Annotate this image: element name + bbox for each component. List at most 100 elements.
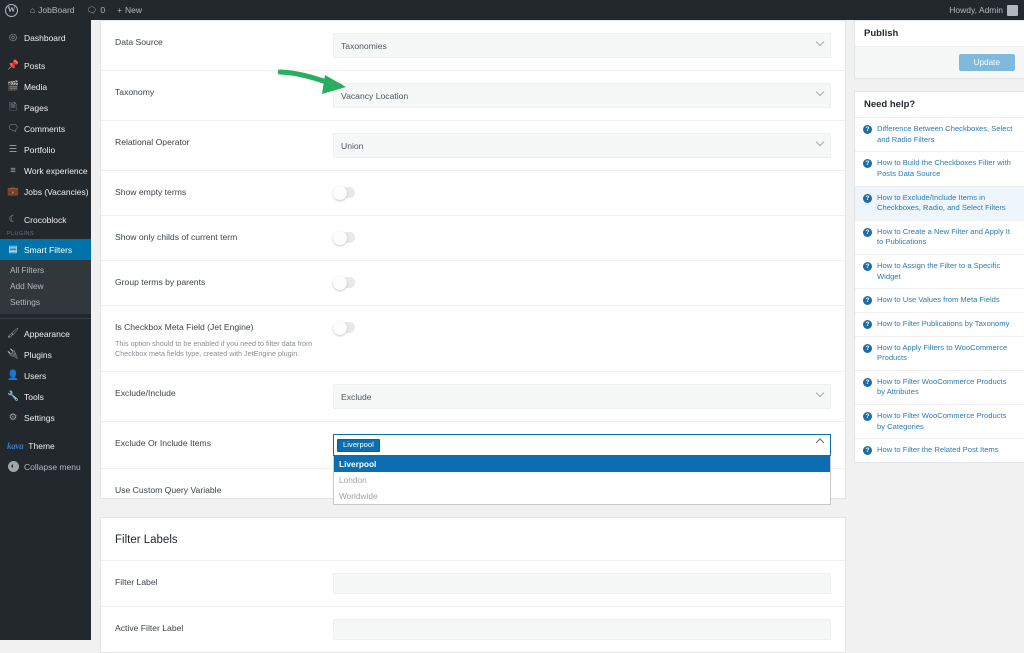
chevron-up-icon[interactable] bbox=[815, 438, 825, 448]
relational-operator-select[interactable]: Union bbox=[333, 133, 831, 158]
help-link-item[interactable]: ? How to Filter WooCommerce Products by … bbox=[855, 371, 1024, 405]
account-menu[interactable]: Howdy, Admin bbox=[949, 4, 1024, 16]
field-label-group: Is Checkbox Meta Field (Jet Engine) This… bbox=[115, 318, 333, 359]
show-empty-terms-toggle[interactable] bbox=[333, 185, 355, 200]
multiselect-option-worldwide[interactable]: Worldwide bbox=[334, 488, 830, 504]
sidebar-item-settings[interactable]: ⚙ Settings bbox=[0, 407, 91, 428]
sidebar-item-portfolio[interactable]: ☰ Portfolio bbox=[0, 139, 91, 160]
new-content-menu[interactable]: + New bbox=[111, 0, 148, 20]
sidebar-item-comments[interactable]: 🗨 Comments bbox=[0, 118, 91, 139]
briefcase-icon: 💼 bbox=[7, 186, 19, 197]
site-name-menu[interactable]: ⌂ JobBoard bbox=[24, 0, 81, 20]
field-label: Exclude Or Include Items bbox=[115, 438, 212, 449]
sidebar-item-label: Jobs (Vacancies) bbox=[24, 186, 89, 197]
comments-menu[interactable]: 🗨 0 bbox=[81, 0, 112, 20]
sidebar-item-work-experience[interactable]: ≡ Work experience bbox=[0, 160, 91, 181]
sidebar-divider bbox=[0, 318, 91, 319]
multiselect-option-london[interactable]: London bbox=[334, 472, 830, 488]
wp-logo-menu[interactable] bbox=[0, 0, 24, 20]
sidebar-submenu-smart-filters: All Filters Add New Settings bbox=[0, 260, 91, 314]
new-label: New bbox=[125, 5, 143, 15]
help-link-item[interactable]: ? How to Build the Checkboxes Filter wit… bbox=[855, 152, 1024, 187]
field-row-is-checkbox-meta-field: Is Checkbox Meta Field (Jet Engine) This… bbox=[101, 306, 845, 373]
taxonomy-select[interactable]: Vacancy Location bbox=[333, 83, 831, 108]
sidebar-subitem-all-filters[interactable]: All Filters bbox=[0, 262, 91, 278]
help-link-text: How to Exclude/Include Items in Checkbox… bbox=[877, 192, 1006, 213]
sidebar-item-label: Portfolio bbox=[24, 144, 56, 155]
field-label: Filter Label bbox=[115, 577, 158, 587]
help-link-item[interactable]: ? How to Use Values from Meta Fields bbox=[855, 289, 1024, 313]
collapse-arrow-icon bbox=[8, 461, 19, 472]
sidebar-item-crocoblock[interactable]: ☾ Crocoblock bbox=[0, 209, 91, 230]
exclude-include-select[interactable]: Exclude bbox=[333, 384, 831, 410]
data-source-select[interactable]: Taxonomies bbox=[333, 33, 831, 58]
sidebar-item-smart-filters[interactable]: ▤ Smart Filters bbox=[0, 239, 98, 260]
sidebar-item-label: Media bbox=[24, 81, 48, 92]
selected-chip-liverpool[interactable]: Liverpool bbox=[337, 438, 380, 453]
field-row-exclude-include: Exclude/Include Exclude bbox=[101, 372, 845, 423]
sidebar-item-label: Work experience bbox=[24, 165, 88, 176]
sidebar-item-dashboard[interactable]: ◎ Dashboard bbox=[0, 27, 91, 48]
update-button[interactable]: Update bbox=[958, 54, 1015, 71]
sidebar-item-jobs-vacancies[interactable]: 💼 Jobs (Vacancies) bbox=[0, 181, 91, 202]
help-link-item[interactable]: ? How to Filter Publications by Taxonomy bbox=[855, 313, 1024, 337]
help-link-text: Difference Between Checkboxes, Select an… bbox=[877, 124, 1013, 144]
gear-icon: ⚙ bbox=[8, 412, 18, 423]
sidebar-item-theme[interactable]: kava Theme bbox=[0, 435, 91, 456]
sidebar-item-plugins[interactable]: 🔌 Plugins bbox=[0, 344, 91, 365]
sidebar-group-label-plugins: Plugins bbox=[7, 231, 34, 237]
home-icon: ⌂ bbox=[30, 4, 36, 15]
group-terms-by-parents-toggle[interactable] bbox=[333, 275, 355, 290]
show-only-childs-toggle[interactable] bbox=[333, 230, 355, 245]
sidebar-item-label: Crocoblock bbox=[24, 214, 67, 225]
sidebar-item-users[interactable]: 👤 Users bbox=[0, 365, 91, 386]
sidebar-collapse-menu[interactable]: Collapse menu bbox=[0, 456, 91, 477]
active-filter-label-input[interactable] bbox=[333, 619, 831, 640]
question-mark-icon: ? bbox=[863, 377, 872, 387]
field-label: Show empty terms bbox=[115, 187, 187, 197]
help-link-item[interactable]: ? How to Filter the Related Post Items bbox=[855, 439, 1024, 462]
admin-content-area: Data Source Taxonomies Taxonomy Vacancy … bbox=[91, 20, 1024, 653]
sidebar-item-tools[interactable]: 🔧 Tools bbox=[0, 386, 91, 407]
field-label: Taxonomy bbox=[115, 87, 155, 97]
filter-label-input[interactable] bbox=[333, 573, 831, 594]
wrench-icon: 🔧 bbox=[7, 391, 19, 402]
howdy-label: Howdy, Admin bbox=[949, 5, 1003, 15]
admin-sidebar-menu: ◎ Dashboard 📌 Posts 🎬 Media 🗎 Pages 🗨 Co… bbox=[0, 20, 98, 640]
page-icon: 🗎 bbox=[9, 101, 17, 113]
chevron-down-icon bbox=[815, 37, 825, 46]
chevron-down-icon bbox=[815, 87, 825, 96]
help-link-text: How to Filter WooCommerce Products by Ca… bbox=[877, 411, 1007, 431]
select-value: Exclude bbox=[341, 391, 372, 402]
help-link-item[interactable]: ? How to Apply Filters to WooCommerce Pr… bbox=[855, 337, 1024, 371]
sidebar-item-label: Appearance bbox=[24, 328, 70, 339]
filter-labels-panel: Filter Labels Filter Label Active Filter… bbox=[100, 517, 846, 653]
help-link-item[interactable]: ? How to Create a New Filter and Apply I… bbox=[855, 221, 1024, 255]
brush-icon: 🖌 bbox=[7, 328, 20, 339]
wordpress-logo-icon bbox=[5, 3, 18, 17]
question-mark-icon: ? bbox=[863, 262, 872, 271]
help-link-item[interactable]: ? How to Filter WooCommerce Products by … bbox=[855, 405, 1024, 440]
settings-side-column: Publish Update Need help? ? Difference B… bbox=[854, 20, 1024, 475]
sidebar-item-label: Users bbox=[24, 370, 47, 381]
select-value: Taxonomies bbox=[341, 40, 387, 51]
sidebar-item-pages[interactable]: 🗎 Pages bbox=[0, 97, 91, 118]
multiselect-option-liverpool[interactable]: Liverpool bbox=[334, 456, 830, 473]
plus-icon: + bbox=[117, 4, 123, 15]
sidebar-item-label: Pages bbox=[24, 102, 49, 113]
sidebar-subitem-add-new[interactable]: Add New bbox=[0, 278, 91, 294]
field-row-relational-operator: Relational Operator Union bbox=[101, 121, 845, 171]
sidebar-item-label: Tools bbox=[24, 391, 44, 402]
sidebar-subitem-settings[interactable]: Settings bbox=[0, 294, 91, 310]
sidebar-item-media[interactable]: 🎬 Media bbox=[0, 76, 91, 97]
select-value: Union bbox=[341, 140, 364, 151]
help-link-item[interactable]: ? Difference Between Checkboxes, Select … bbox=[855, 118, 1024, 153]
help-link-item[interactable]: ? How to Assign the Filter to a Specific… bbox=[855, 255, 1024, 290]
comment-bubble-icon: 🗨 bbox=[86, 4, 98, 15]
exclude-or-include-items-multiselect[interactable]: Liverpool bbox=[333, 434, 831, 457]
sidebar-item-posts[interactable]: 📌 Posts bbox=[0, 55, 91, 76]
list-icon: ≡ bbox=[10, 165, 16, 176]
help-link-item-active[interactable]: ? How to Exclude/Include Items in Checkb… bbox=[855, 186, 1024, 221]
sidebar-item-appearance[interactable]: 🖌 Appearance bbox=[0, 323, 91, 344]
is-checkbox-meta-field-toggle[interactable] bbox=[333, 320, 355, 335]
